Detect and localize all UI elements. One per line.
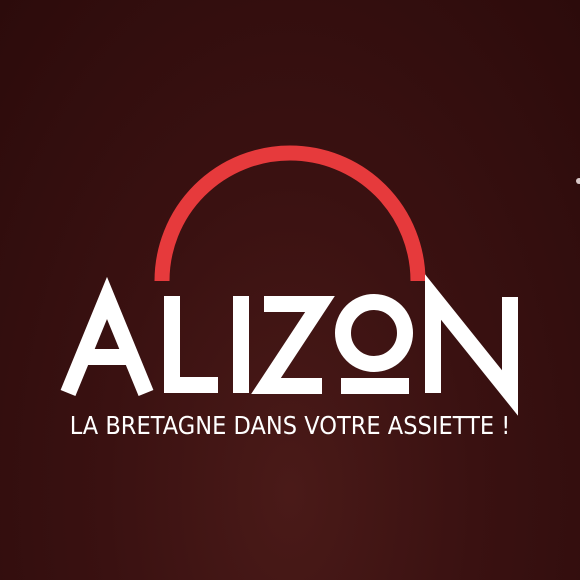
logo-letter-n [425, 274, 518, 416]
tagline: LA BRETAGNE DANS VOTRE ASSIETTE ! [69, 411, 511, 440]
logo-letter-l [164, 296, 218, 393]
decorative-dot [576, 178, 580, 184]
logo-letter-z [251, 296, 335, 394]
logo-letter-o [335, 294, 413, 372]
logo-canvas: ALIZON LA BRETAGNE DANS VOTRE ASSIETTE ! [0, 0, 580, 580]
alizon-logo [60, 145, 518, 416]
logo-arch [154, 145, 426, 282]
logo-letter-a [60, 276, 154, 397]
